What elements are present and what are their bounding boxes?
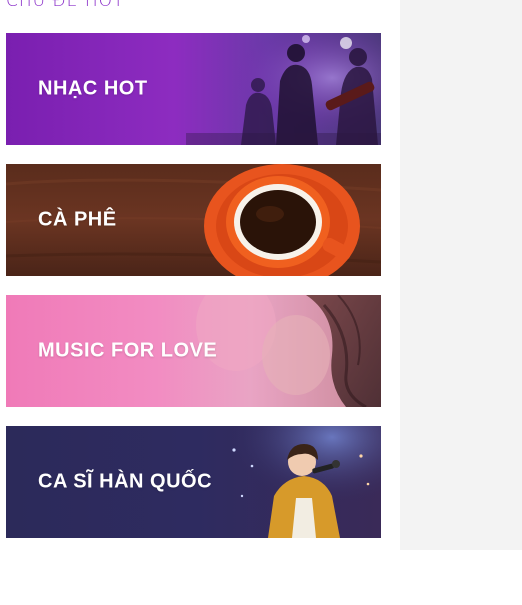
banner-label: CA SĨ HÀN QUỐC — [38, 470, 213, 493]
hot-topics-page: CHỦ ĐỀ HOT NHẠC HOT CÀ PHÊ MUSIC FOR LOV… — [0, 0, 522, 605]
right-sidebar-panel — [400, 0, 522, 550]
banner-nhac-hot[interactable]: NHẠC HOT — [6, 33, 381, 145]
section-title: CHỦ ĐỀ HOT — [6, 0, 125, 11]
banner-ca-phe[interactable]: CÀ PHÊ — [6, 164, 381, 276]
banner-music-for-love[interactable]: MUSIC FOR LOVE — [6, 295, 381, 407]
banner-label: NHẠC HOT — [38, 77, 148, 100]
banner-ca-si-han-quoc[interactable]: CA SĨ HÀN QUỐC — [6, 426, 381, 538]
banner-label: CÀ PHÊ — [38, 208, 117, 231]
banner-label: MUSIC FOR LOVE — [38, 339, 218, 362]
